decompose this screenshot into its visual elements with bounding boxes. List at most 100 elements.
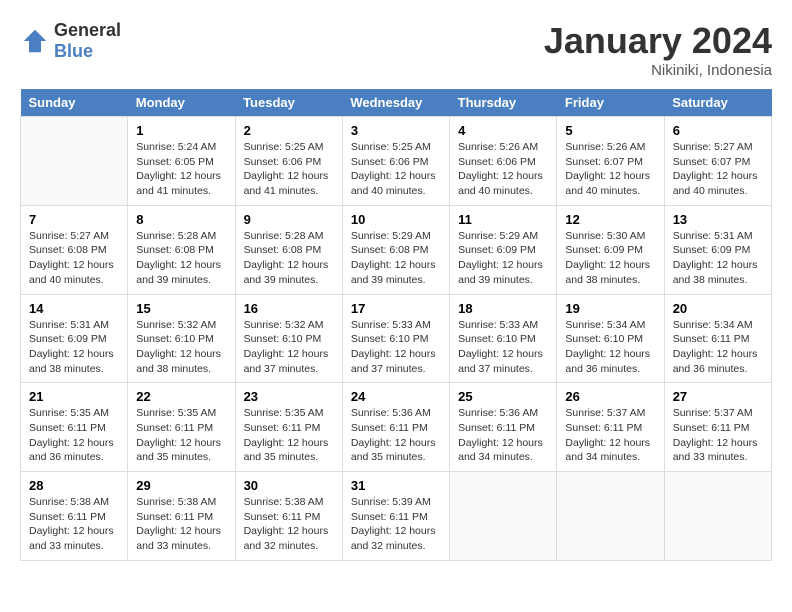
calendar-table: SundayMondayTuesdayWednesdayThursdayFrid…	[20, 89, 772, 561]
day-cell	[450, 472, 557, 561]
day-cell: 9 Sunrise: 5:28 AM Sunset: 6:08 PM Daylig…	[235, 205, 342, 294]
day-number: 22	[136, 389, 226, 404]
day-cell: 31 Sunrise: 5:39 AM Sunset: 6:11 PM Dayli…	[342, 472, 449, 561]
day-number: 28	[29, 478, 119, 493]
day-cell: 27Sunrise: 5:37 AM Sunset: 6:11 PM Dayli…	[664, 383, 771, 472]
day-info: Sunrise: 5:32 AM Sunset: 6:10 PM Dayligh…	[136, 318, 226, 377]
day-cell: 17 Sunrise: 5:33 AM Sunset: 6:10 PM Dayli…	[342, 294, 449, 383]
day-info: Sunrise: 5:38 AM Sunset: 6:11 PM Dayligh…	[136, 495, 226, 554]
day-cell: 15 Sunrise: 5:32 AM Sunset: 6:10 PM Dayli…	[128, 294, 235, 383]
day-info: Sunrise: 5:35 AM Sunset: 6:11 PM Dayligh…	[136, 406, 226, 465]
day-info: Sunrise: 5:37 AM Sunset: 6:11 PM Dayligh…	[565, 406, 655, 465]
day-number: 20	[673, 301, 763, 316]
col-header-thursday: Thursday	[450, 89, 557, 117]
week-row-4: 21 Sunrise: 5:35 AM Sunset: 6:11 PM Dayli…	[21, 383, 772, 472]
col-header-friday: Friday	[557, 89, 664, 117]
day-info: Sunrise: 5:28 AM Sunset: 6:08 PM Dayligh…	[244, 229, 334, 288]
day-cell: 18 Sunrise: 5:33 AM Sunset: 6:10 PM Dayli…	[450, 294, 557, 383]
header-row: SundayMondayTuesdayWednesdayThursdayFrid…	[21, 89, 772, 117]
day-cell: 12Sunrise: 5:30 AM Sunset: 6:09 PM Dayli…	[557, 205, 664, 294]
day-cell: 29 Sunrise: 5:38 AM Sunset: 6:11 PM Dayli…	[128, 472, 235, 561]
day-info: Sunrise: 5:33 AM Sunset: 6:10 PM Dayligh…	[458, 318, 548, 377]
week-row-1: 1 Sunrise: 5:24 AM Sunset: 6:05 PM Daylig…	[21, 117, 772, 206]
day-number: 26	[565, 389, 655, 404]
title-block: January 2024 Nikiniki, Indonesia	[544, 20, 772, 79]
day-cell: 25 Sunrise: 5:36 AM Sunset: 6:11 PM Dayli…	[450, 383, 557, 472]
logo-general: General	[54, 20, 121, 40]
col-header-monday: Monday	[128, 89, 235, 117]
day-cell	[664, 472, 771, 561]
day-number: 19	[565, 301, 655, 316]
day-info: Sunrise: 5:35 AM Sunset: 6:11 PM Dayligh…	[29, 406, 119, 465]
day-number: 23	[244, 389, 334, 404]
day-number: 1	[136, 123, 226, 138]
day-info: Sunrise: 5:26 AM Sunset: 6:07 PM Dayligh…	[565, 140, 655, 199]
day-number: 2	[244, 123, 334, 138]
day-info: Sunrise: 5:29 AM Sunset: 6:08 PM Dayligh…	[351, 229, 441, 288]
day-number: 15	[136, 301, 226, 316]
day-number: 12	[565, 212, 655, 227]
day-info: Sunrise: 5:36 AM Sunset: 6:11 PM Dayligh…	[458, 406, 548, 465]
day-info: Sunrise: 5:38 AM Sunset: 6:11 PM Dayligh…	[29, 495, 119, 554]
day-info: Sunrise: 5:25 AM Sunset: 6:06 PM Dayligh…	[244, 140, 334, 199]
day-number: 7	[29, 212, 119, 227]
day-info: Sunrise: 5:27 AM Sunset: 6:07 PM Dayligh…	[673, 140, 763, 199]
day-cell	[557, 472, 664, 561]
day-cell: 16Sunrise: 5:32 AM Sunset: 6:10 PM Dayli…	[235, 294, 342, 383]
day-number: 16	[244, 301, 334, 316]
logo-text: General Blue	[54, 20, 121, 62]
day-cell: 4Sunrise: 5:26 AM Sunset: 6:06 PM Daylig…	[450, 117, 557, 206]
col-header-tuesday: Tuesday	[235, 89, 342, 117]
day-info: Sunrise: 5:27 AM Sunset: 6:08 PM Dayligh…	[29, 229, 119, 288]
day-cell: 22 Sunrise: 5:35 AM Sunset: 6:11 PM Dayli…	[128, 383, 235, 472]
day-cell: 7 Sunrise: 5:27 AM Sunset: 6:08 PM Daylig…	[21, 205, 128, 294]
day-cell: 6 Sunrise: 5:27 AM Sunset: 6:07 PM Daylig…	[664, 117, 771, 206]
day-info: Sunrise: 5:31 AM Sunset: 6:09 PM Dayligh…	[29, 318, 119, 377]
day-info: Sunrise: 5:38 AM Sunset: 6:11 PM Dayligh…	[244, 495, 334, 554]
day-info: Sunrise: 5:34 AM Sunset: 6:10 PM Dayligh…	[565, 318, 655, 377]
logo-blue: Blue	[54, 41, 93, 61]
day-number: 29	[136, 478, 226, 493]
day-info: Sunrise: 5:37 AM Sunset: 6:11 PM Dayligh…	[673, 406, 763, 465]
day-cell: 26 Sunrise: 5:37 AM Sunset: 6:11 PM Dayli…	[557, 383, 664, 472]
day-number: 21	[29, 389, 119, 404]
day-info: Sunrise: 5:39 AM Sunset: 6:11 PM Dayligh…	[351, 495, 441, 554]
day-cell: 30Sunrise: 5:38 AM Sunset: 6:11 PM Dayli…	[235, 472, 342, 561]
day-info: Sunrise: 5:25 AM Sunset: 6:06 PM Dayligh…	[351, 140, 441, 199]
day-number: 6	[673, 123, 763, 138]
day-cell: 3 Sunrise: 5:25 AM Sunset: 6:06 PM Daylig…	[342, 117, 449, 206]
day-cell: 5Sunrise: 5:26 AM Sunset: 6:07 PM Daylig…	[557, 117, 664, 206]
day-cell: 1 Sunrise: 5:24 AM Sunset: 6:05 PM Daylig…	[128, 117, 235, 206]
day-cell: 20Sunrise: 5:34 AM Sunset: 6:11 PM Dayli…	[664, 294, 771, 383]
page-header: General Blue January 2024 Nikiniki, Indo…	[20, 20, 772, 79]
col-header-saturday: Saturday	[664, 89, 771, 117]
day-cell: 11Sunrise: 5:29 AM Sunset: 6:09 PM Dayli…	[450, 205, 557, 294]
day-number: 14	[29, 301, 119, 316]
day-number: 17	[351, 301, 441, 316]
day-number: 24	[351, 389, 441, 404]
day-number: 4	[458, 123, 548, 138]
day-cell: 14 Sunrise: 5:31 AM Sunset: 6:09 PM Dayli…	[21, 294, 128, 383]
day-number: 8	[136, 212, 226, 227]
week-row-3: 14 Sunrise: 5:31 AM Sunset: 6:09 PM Dayli…	[21, 294, 772, 383]
day-number: 11	[458, 212, 548, 227]
day-cell: 28 Sunrise: 5:38 AM Sunset: 6:11 PM Dayli…	[21, 472, 128, 561]
day-info: Sunrise: 5:33 AM Sunset: 6:10 PM Dayligh…	[351, 318, 441, 377]
day-number: 31	[351, 478, 441, 493]
col-header-wednesday: Wednesday	[342, 89, 449, 117]
location: Nikiniki, Indonesia	[544, 62, 772, 79]
day-number: 13	[673, 212, 763, 227]
day-number: 18	[458, 301, 548, 316]
day-cell	[21, 117, 128, 206]
day-cell: 21 Sunrise: 5:35 AM Sunset: 6:11 PM Dayli…	[21, 383, 128, 472]
logo: General Blue	[20, 20, 121, 62]
day-number: 25	[458, 389, 548, 404]
day-cell: 2 Sunrise: 5:25 AM Sunset: 6:06 PM Daylig…	[235, 117, 342, 206]
day-cell: 8Sunrise: 5:28 AM Sunset: 6:08 PM Daylig…	[128, 205, 235, 294]
day-info: Sunrise: 5:31 AM Sunset: 6:09 PM Dayligh…	[673, 229, 763, 288]
day-number: 9	[244, 212, 334, 227]
day-info: Sunrise: 5:24 AM Sunset: 6:05 PM Dayligh…	[136, 140, 226, 199]
day-info: Sunrise: 5:36 AM Sunset: 6:11 PM Dayligh…	[351, 406, 441, 465]
month-year: January 2024	[544, 20, 772, 62]
day-number: 3	[351, 123, 441, 138]
